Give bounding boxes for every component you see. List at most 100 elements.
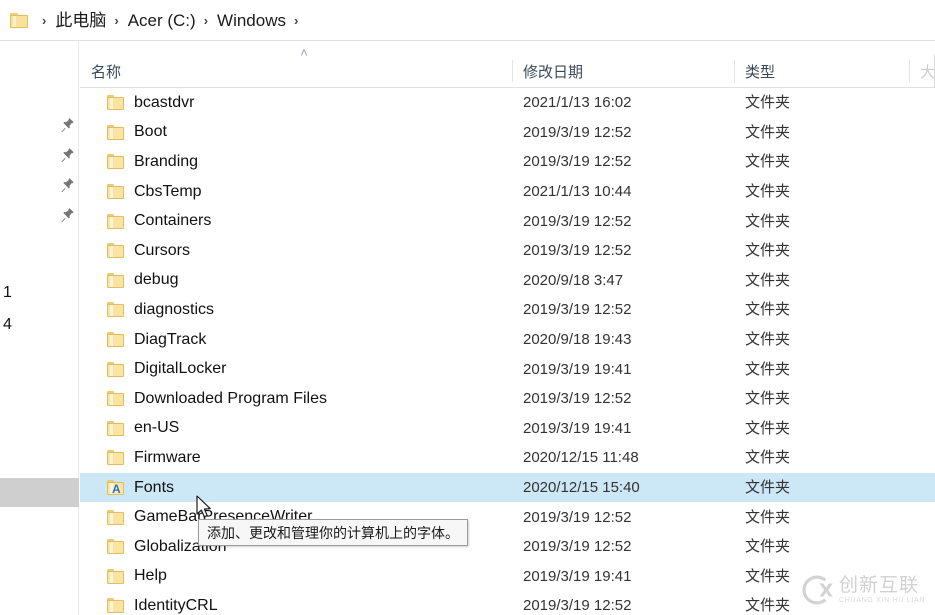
file-name: DiagTrack (134, 330, 207, 348)
folder-icon (107, 598, 124, 614)
table-row[interactable]: en-US 2019/3/19 19:41 文件夹 (80, 414, 935, 444)
nav-item-fragment-1[interactable]: 1 (3, 285, 12, 301)
cell-name[interactable]: Boot (80, 118, 512, 148)
cell-date-modified: 2019/3/19 12:52 (512, 236, 734, 266)
breadcrumb-item-acer-c[interactable]: Acer (C:) (128, 12, 196, 29)
file-date: 2019/3/19 12:52 (523, 123, 632, 141)
file-type: 文件夹 (745, 390, 791, 408)
sort-ascending-icon[interactable]: ˄ (296, 46, 312, 59)
file-type: 文件夹 (745, 597, 791, 615)
column-header-name[interactable]: 名称 (80, 54, 512, 88)
file-name: bcastdvr (134, 93, 195, 111)
pin-icon-3[interactable] (60, 177, 76, 193)
file-name: Downloaded Program Files (134, 389, 327, 407)
file-date: 2019/3/19 12:52 (523, 242, 632, 260)
cell-date-modified: 2019/3/19 12:52 (512, 591, 734, 615)
nav-item-selected-block[interactable] (0, 478, 79, 507)
cell-name[interactable]: DiagTrack (80, 325, 512, 355)
file-type: 文件夹 (745, 271, 791, 289)
table-row[interactable]: Cursors 2019/3/19 12:52 文件夹 (80, 236, 935, 266)
table-row[interactable]: debug 2020/9/18 3:47 文件夹 (80, 266, 935, 296)
column-header-type[interactable]: 类型 (734, 54, 909, 88)
cell-type: 文件夹 (734, 354, 909, 384)
table-row[interactable]: Containers 2019/3/19 12:52 文件夹 (80, 206, 935, 236)
folder-icon (107, 568, 124, 584)
pin-icon-1[interactable] (60, 117, 76, 133)
table-row[interactable]: Boot 2019/3/19 12:52 文件夹 (80, 118, 935, 148)
breadcrumb-item-windows[interactable]: Windows (217, 12, 286, 29)
table-row[interactable]: A Fonts 2020/12/15 15:40 文件夹 (80, 472, 935, 503)
chevron-right-icon-3[interactable]: › (294, 14, 298, 27)
chevron-right-icon-1[interactable]: › (114, 14, 118, 27)
table-row[interactable]: diagnostics 2019/3/19 12:52 文件夹 (80, 295, 935, 325)
breadcrumb-item-this-pc[interactable]: 此电脑 (55, 12, 106, 29)
folder-icon (107, 332, 124, 348)
cell-name[interactable]: debug (80, 266, 512, 296)
cell-date-modified: 2020/12/15 11:48 (512, 443, 734, 473)
file-type: 文件夹 (745, 508, 791, 526)
cell-date-modified: 2019/3/19 12:52 (512, 502, 734, 532)
cell-name[interactable]: en-US (80, 414, 512, 444)
folder-icon (107, 243, 124, 259)
address-bar[interactable]: › 此电脑 › Acer (C:) › Windows › (0, 0, 935, 41)
table-row[interactable]: bcastdvr 2021/1/13 16:02 文件夹 (80, 88, 935, 118)
file-name: Containers (134, 212, 212, 230)
cell-name[interactable]: A Fonts (80, 473, 512, 503)
cell-date-modified: 2019/3/19 12:52 (512, 206, 734, 236)
column-header-date-modified[interactable]: 修改日期 (512, 54, 734, 88)
pin-icon-2[interactable] (60, 147, 76, 163)
file-date: 2021/1/13 16:02 (523, 94, 632, 112)
cell-name[interactable]: CbsTemp (80, 177, 512, 207)
cell-name[interactable]: IdentityCRL (80, 591, 512, 615)
cell-type: 文件夹 (734, 502, 909, 532)
file-type: 文件夹 (745, 449, 791, 467)
cell-name[interactable]: DigitalLocker (80, 354, 512, 384)
chevron-right-icon-2[interactable]: › (204, 14, 208, 27)
cell-name[interactable]: Downloaded Program Files (80, 384, 512, 414)
column-header-size[interactable]: 大 (909, 54, 935, 88)
table-row[interactable]: Branding 2019/3/19 12:52 文件夹 (80, 147, 935, 177)
cell-type: 文件夹 (734, 236, 909, 266)
file-name: DigitalLocker (134, 360, 227, 378)
cell-name[interactable]: Containers (80, 206, 512, 236)
cell-date-modified: 2019/3/19 12:52 (512, 532, 734, 562)
watermark-pinyin: CHUANG XIN HU LIAN (839, 597, 926, 604)
chevron-right-icon-0[interactable]: › (42, 14, 46, 27)
table-row[interactable]: DigitalLocker 2019/3/19 19:41 文件夹 (80, 354, 935, 384)
folder-icon (107, 154, 124, 170)
file-type: 文件夹 (745, 360, 791, 378)
table-row[interactable]: CbsTemp 2021/1/13 10:44 文件夹 (80, 177, 935, 207)
file-date: 2021/1/13 10:44 (523, 183, 632, 201)
file-type: 文件夹 (745, 153, 791, 171)
file-type: 文件夹 (745, 212, 791, 230)
file-date: 2019/3/19 12:52 (523, 390, 632, 408)
file-name: IdentityCRL (134, 596, 218, 614)
table-row[interactable]: Downloaded Program Files 2019/3/19 12:52 文… (80, 384, 935, 414)
folder-icon (107, 95, 124, 111)
file-name: Boot (134, 123, 167, 141)
folder-icon (107, 184, 124, 200)
nav-item-fragment-2[interactable]: 4 (3, 317, 12, 333)
cell-date-modified: 2020/12/15 15:40 (512, 473, 734, 503)
cell-name[interactable]: Cursors (80, 236, 512, 266)
watermark-chinese: 创新互联 (839, 575, 920, 596)
file-type: 文件夹 (745, 567, 791, 585)
cell-name[interactable]: Firmware (80, 443, 512, 473)
cell-date-modified: 2021/1/13 16:02 (512, 88, 734, 118)
cell-name[interactable]: Branding (80, 147, 512, 177)
table-row[interactable]: DiagTrack 2020/9/18 19:43 文件夹 (80, 325, 935, 355)
cell-date-modified: 2019/3/19 12:52 (512, 147, 734, 177)
cell-name[interactable]: bcastdvr (80, 88, 512, 118)
cell-name[interactable]: Help (80, 562, 512, 592)
cell-type: 文件夹 (734, 118, 909, 148)
cell-type: 文件夹 (734, 414, 909, 444)
file-date: 2020/9/18 3:47 (523, 271, 624, 289)
cell-name[interactable]: diagnostics (80, 295, 512, 325)
folder-icon (10, 13, 28, 28)
folder-icon (107, 539, 124, 555)
folder-icon (107, 124, 124, 140)
tooltip: 添加、更改和管理你的计算机上的字体。 (198, 519, 468, 546)
pin-icon-4[interactable] (60, 207, 76, 223)
navigation-pane[interactable]: 1 4 (0, 41, 79, 615)
table-row[interactable]: Firmware 2020/12/15 11:48 文件夹 (80, 443, 935, 473)
